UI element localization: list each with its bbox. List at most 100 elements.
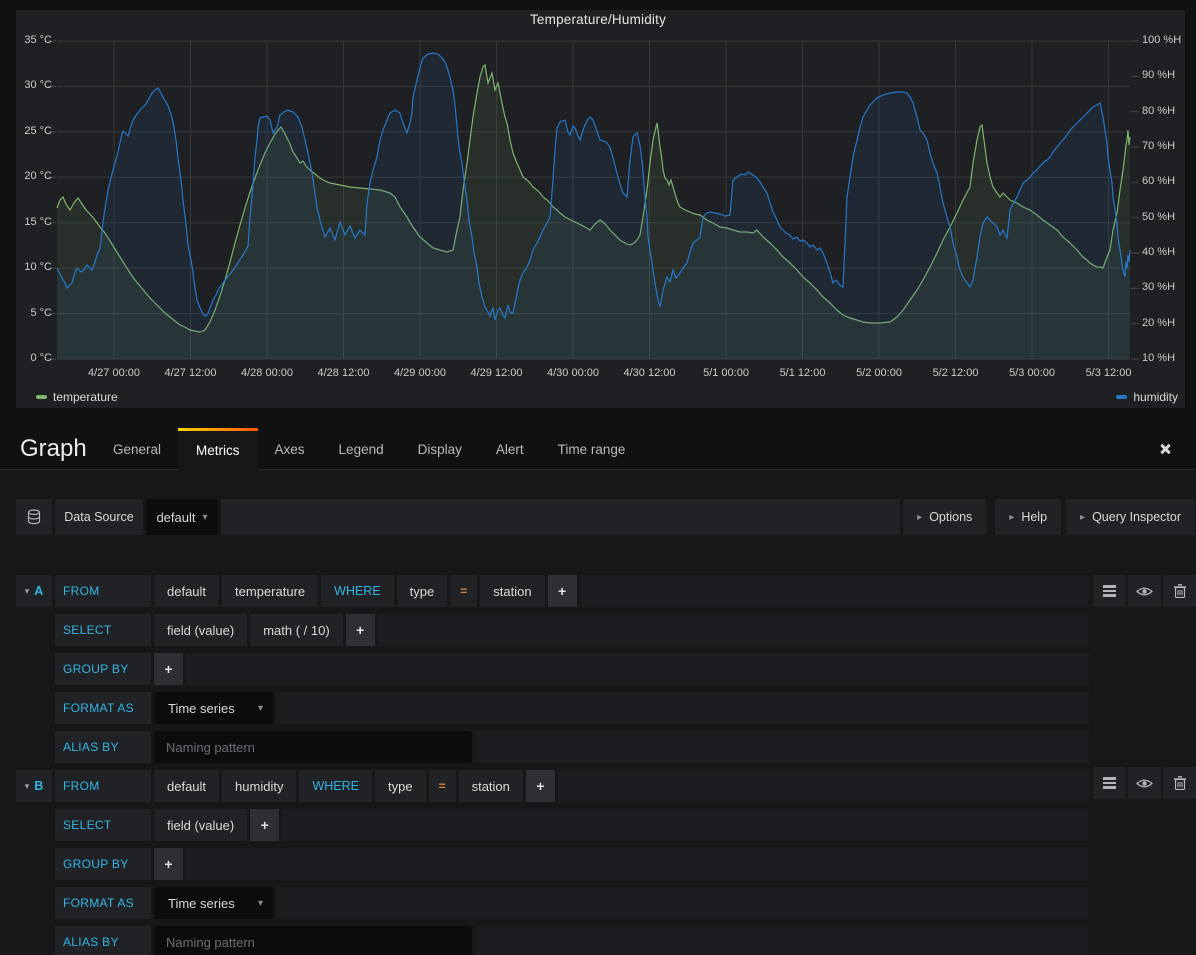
where-value-segment[interactable]: station (459, 770, 523, 802)
query-b-groupby-row: GROUP BY + (16, 848, 1089, 880)
y-left-tick-label: 25 °C (2, 125, 52, 137)
x-tick-label: 4/27 12:00 (151, 367, 231, 379)
humidity-legend-label: humidity (1133, 390, 1178, 404)
query-menu-icon[interactable] (1093, 575, 1126, 607)
x-tick-label: 4/30 12:00 (610, 367, 690, 379)
alias-by-input[interactable] (154, 731, 472, 763)
x-tick-label: 4/28 12:00 (304, 367, 384, 379)
query-delete-trash-icon[interactable] (1163, 575, 1196, 607)
x-tick-label: 5/2 12:00 (916, 367, 996, 379)
row-filler (282, 809, 1089, 841)
query-b-alias-row: ALIAS BY (16, 926, 1089, 955)
where-key-segment[interactable]: type (375, 770, 426, 802)
row-filler (475, 731, 1089, 763)
tab-display[interactable]: Display (401, 428, 479, 470)
legend-item-temperature[interactable]: temperature (36, 390, 118, 404)
tab-axes[interactable]: Axes (258, 428, 322, 470)
add-condition-button[interactable]: + (548, 575, 577, 607)
alias-by-input[interactable] (154, 926, 472, 955)
from-datasource-segment[interactable]: default (154, 770, 219, 802)
humidity-legend-swatch (1116, 395, 1127, 399)
format-as-dropdown[interactable]: Time series ▾ (154, 692, 273, 724)
add-select-button[interactable]: + (346, 614, 375, 646)
y-left-tick-label: 0 °C (2, 352, 52, 364)
format-as-keyword: FORMAT AS (55, 887, 151, 919)
query-delete-trash-icon[interactable] (1163, 767, 1196, 799)
from-keyword: FROM (55, 575, 151, 607)
y-right-tick-label: 60 %H (1142, 175, 1175, 187)
y-right-tick-label: 90 %H (1142, 69, 1175, 81)
temperature-humidity-chart (0, 0, 1196, 415)
row-filler (580, 575, 1089, 607)
y-right-tick-label: 30 %H (1142, 281, 1175, 293)
database-icon (16, 499, 52, 535)
x-tick-label: 5/3 00:00 (992, 367, 1072, 379)
select-field-segment[interactable]: field (value) (154, 809, 247, 841)
query-menu-icon[interactable] (1093, 767, 1126, 799)
tab-metrics[interactable]: Metrics (178, 428, 258, 471)
x-tick-label: 5/1 12:00 (763, 367, 843, 379)
y-left-tick-label: 10 °C (2, 261, 52, 273)
query-a: ▾ A FROM default temperature WHERE type … (16, 575, 1089, 763)
alias-by-keyword: ALIAS BY (55, 926, 151, 955)
y-right-tick-label: 80 %H (1142, 105, 1175, 117)
close-icon[interactable] (1158, 442, 1172, 456)
where-keyword: WHERE (299, 770, 372, 802)
x-tick-label: 4/30 00:00 (533, 367, 613, 379)
y-left-tick-label: 20 °C (2, 170, 52, 182)
from-measurement-segment[interactable]: temperature (222, 575, 318, 607)
select-field-segment[interactable]: field (value) (154, 614, 247, 646)
where-operator-segment[interactable]: = (450, 575, 477, 607)
from-measurement-segment[interactable]: humidity (222, 770, 296, 802)
from-keyword: FROM (55, 770, 151, 802)
where-key-segment[interactable]: type (397, 575, 448, 607)
query-letter: A (34, 584, 43, 598)
grafana-panel-editor: Temperature/Humidity 35 °C30 °C25 °C20 °… (0, 0, 1196, 955)
where-operator-segment[interactable]: = (429, 770, 456, 802)
query-a-alias-row: ALIAS BY (16, 731, 1089, 763)
x-tick-label: 4/27 00:00 (74, 367, 154, 379)
row-filler (276, 692, 1089, 724)
add-condition-button[interactable]: + (526, 770, 555, 802)
add-groupby-button[interactable]: + (154, 653, 183, 685)
chevron-right-icon: ▸ (917, 512, 922, 523)
tab-alert[interactable]: Alert (479, 428, 541, 470)
query-a-groupby-row: GROUP BY + (16, 653, 1089, 685)
row-filler (558, 770, 1089, 802)
options-button[interactable]: ▸ Options (903, 499, 986, 535)
query-disable-eye-icon[interactable] (1128, 575, 1161, 607)
toolbar-filler (221, 499, 900, 535)
query-b-format-row: FORMAT AS Time series ▾ (16, 887, 1089, 919)
groupby-keyword: GROUP BY (55, 848, 151, 880)
query-a-select-row: SELECT field (value) math ( / 10) + (16, 614, 1089, 646)
legend-item-humidity[interactable]: humidity (1116, 390, 1178, 404)
query-disable-eye-icon[interactable] (1128, 767, 1161, 799)
datasource-toolbar: Data Source default ▾ ▸ Options ▸ Help ▸… (16, 499, 1195, 535)
where-value-segment[interactable]: station (480, 575, 544, 607)
select-math-segment[interactable]: math ( / 10) (250, 614, 342, 646)
panel-type-title: Graph (20, 428, 87, 470)
query-a-collapse-toggle[interactable]: ▾ A (16, 575, 52, 607)
y-right-tick-label: 100 %H (1142, 34, 1181, 46)
datasource-dropdown[interactable]: default ▾ (146, 499, 218, 535)
chevron-down-icon: ▾ (25, 781, 30, 792)
row-filler (186, 653, 1089, 685)
from-datasource-segment[interactable]: default (154, 575, 219, 607)
y-right-tick-label: 50 %H (1142, 211, 1175, 223)
tab-general[interactable]: General (96, 428, 178, 470)
help-button[interactable]: ▸ Help (995, 499, 1061, 535)
y-right-tick-label: 10 %H (1142, 352, 1175, 364)
query-editor: ▾ A FROM default temperature WHERE type … (16, 575, 1089, 955)
panel-editor-tabstrip: Graph General Metrics Axes Legend Displa… (0, 428, 1196, 470)
query-b-collapse-toggle[interactable]: ▾ B (16, 770, 52, 802)
format-as-dropdown[interactable]: Time series ▾ (154, 887, 273, 919)
row-filler (186, 848, 1089, 880)
query-inspector-button[interactable]: ▸ Query Inspector (1066, 499, 1195, 535)
tab-time-range[interactable]: Time range (541, 428, 643, 470)
tab-legend[interactable]: Legend (322, 428, 401, 470)
chevron-right-icon: ▸ (1080, 512, 1085, 523)
add-groupby-button[interactable]: + (154, 848, 183, 880)
add-select-button[interactable]: + (250, 809, 279, 841)
temperature-legend-label: temperature (53, 390, 118, 404)
alias-by-keyword: ALIAS BY (55, 731, 151, 763)
